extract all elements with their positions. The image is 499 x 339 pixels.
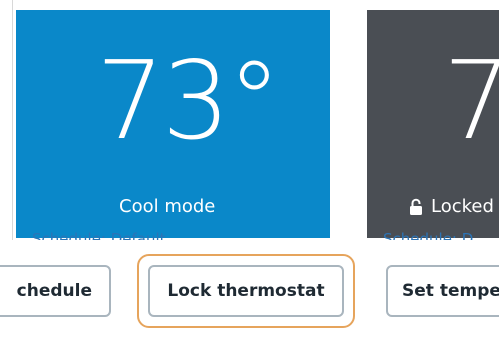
mode-label: Locked — [431, 196, 494, 217]
lock-thermostat-button[interactable]: Lock thermostat — [148, 265, 344, 317]
set-temperature-button-label: Set tempe — [402, 281, 499, 301]
schedule-button-label: chedule — [16, 281, 92, 301]
temperature-reading: 7 — [443, 39, 499, 164]
lock-icon — [409, 198, 423, 216]
thermostat-carousel: 73° Cool mode 7 Locked Schedule: Default… — [0, 0, 499, 339]
thermostat-card-locked[interactable]: 7 Locked — [367, 10, 499, 238]
thermostat-card-cool[interactable]: 73° Cool mode — [16, 10, 330, 238]
temperature-reading: 73° — [96, 39, 281, 164]
schedule-button[interactable]: chedule — [0, 265, 111, 317]
mode-label-row: Locked — [409, 196, 494, 217]
lock-thermostat-button-label: Lock thermostat — [167, 281, 325, 301]
mode-label: Cool mode — [119, 196, 216, 217]
set-temperature-button[interactable]: Set tempe — [386, 265, 499, 317]
